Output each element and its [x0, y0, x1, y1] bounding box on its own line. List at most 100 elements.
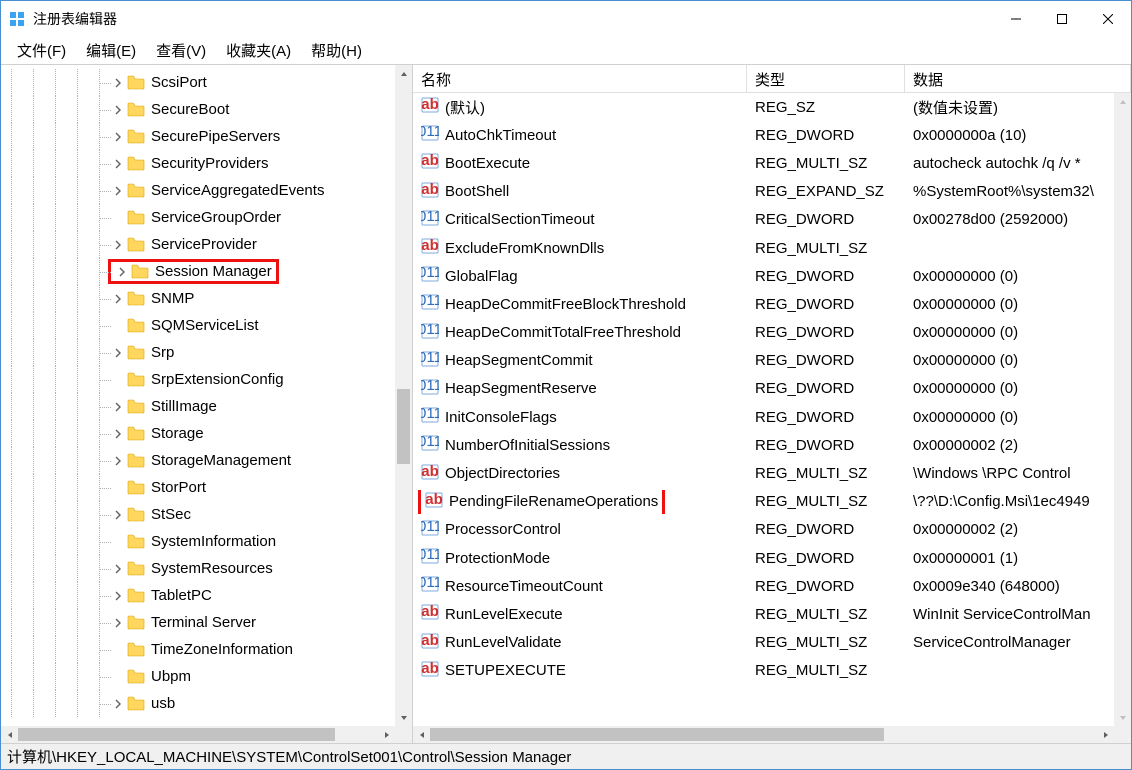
column-header-name[interactable]: 名称 — [413, 65, 747, 92]
scroll-right-icon[interactable] — [1097, 726, 1114, 743]
expand-icon[interactable] — [111, 238, 125, 252]
menu-edit[interactable]: 编辑(E) — [76, 36, 146, 65]
value-row[interactable]: abPendingFileRenameOperationsREG_MULTI_S… — [413, 488, 1114, 516]
expand-icon[interactable] — [111, 427, 125, 441]
tree-node[interactable]: Terminal Server — [1, 609, 395, 636]
value-row[interactable]: 011ProcessorControlREG_DWORD0x00000002 (… — [413, 516, 1114, 544]
scroll-down-icon[interactable] — [1114, 709, 1131, 726]
value-row[interactable]: 011HeapDeCommitTotalFreeThresholdREG_DWO… — [413, 319, 1114, 347]
expand-icon[interactable] — [111, 535, 125, 549]
tree-node[interactable]: SecureBoot — [1, 96, 395, 123]
tree-node[interactable]: SNMP — [1, 285, 395, 312]
values-scrollbar-horizontal[interactable] — [413, 726, 1114, 743]
scroll-left-icon[interactable] — [1, 726, 18, 743]
expand-icon[interactable] — [111, 76, 125, 90]
expand-icon[interactable] — [115, 265, 129, 279]
expand-icon[interactable] — [111, 157, 125, 171]
close-button[interactable] — [1085, 3, 1131, 35]
tree-node-label: ServiceAggregatedEvents — [151, 182, 324, 199]
expand-icon[interactable] — [111, 481, 125, 495]
expand-icon[interactable] — [111, 400, 125, 414]
minimize-button[interactable] — [993, 3, 1039, 35]
value-row[interactable]: ab(默认)REG_SZ(数值未设置) — [413, 93, 1114, 121]
value-row[interactable]: 011GlobalFlagREG_DWORD0x00000000 (0) — [413, 262, 1114, 290]
expand-icon[interactable] — [111, 373, 125, 387]
value-row[interactable]: 011ProtectionModeREG_DWORD0x00000001 (1) — [413, 544, 1114, 572]
menu-help[interactable]: 帮助(H) — [301, 36, 372, 65]
values-list[interactable]: ab(默认)REG_SZ(数值未设置)011AutoChkTimeoutREG_… — [413, 93, 1114, 685]
menu-favorites[interactable]: 收藏夹(A) — [216, 36, 301, 65]
binary-value-icon: 011 — [421, 350, 439, 372]
column-header-data[interactable]: 数据 — [905, 65, 1131, 92]
tree-node[interactable]: SrpExtensionConfig — [1, 366, 395, 393]
tree-node[interactable]: SecurePipeServers — [1, 123, 395, 150]
tree-node[interactable]: SecurityProviders — [1, 150, 395, 177]
value-row[interactable]: 011HeapDeCommitFreeBlockThresholdREG_DWO… — [413, 290, 1114, 318]
value-row[interactable]: abBootShellREG_EXPAND_SZ%SystemRoot%\sys… — [413, 178, 1114, 206]
expand-icon[interactable] — [111, 697, 125, 711]
tree-node[interactable]: Storage — [1, 420, 395, 447]
value-row[interactable]: 011CriticalSectionTimeoutREG_DWORD0x0027… — [413, 206, 1114, 234]
value-row[interactable]: 011InitConsoleFlagsREG_DWORD0x00000000 (… — [413, 403, 1114, 431]
value-row[interactable]: 011NumberOfInitialSessionsREG_DWORD0x000… — [413, 431, 1114, 459]
tree-node[interactable]: ServiceProvider — [1, 231, 395, 258]
value-row[interactable]: 011ResourceTimeoutCountREG_DWORD0x0009e3… — [413, 572, 1114, 600]
column-header-type[interactable]: 类型 — [747, 65, 905, 92]
tree-node[interactable]: TimeZoneInformation — [1, 636, 395, 663]
expand-icon[interactable] — [111, 670, 125, 684]
expand-icon[interactable] — [111, 184, 125, 198]
registry-tree[interactable]: ScsiPortSecureBootSecurePipeServersSecur… — [1, 65, 395, 717]
tree-node[interactable]: SQMServiceList — [1, 312, 395, 339]
value-type: REG_MULTI_SZ — [747, 240, 905, 257]
value-row[interactable]: abBootExecuteREG_MULTI_SZautocheck autoc… — [413, 149, 1114, 177]
tree-node[interactable]: ScsiPort — [1, 69, 395, 96]
expand-icon[interactable] — [111, 103, 125, 117]
expand-icon[interactable] — [111, 508, 125, 522]
value-row[interactable]: 011HeapSegmentCommitREG_DWORD0x00000000 … — [413, 347, 1114, 375]
expand-icon[interactable] — [111, 211, 125, 225]
tree-node[interactable]: ServiceAggregatedEvents — [1, 177, 395, 204]
expand-icon[interactable] — [111, 616, 125, 630]
scroll-up-icon[interactable] — [395, 65, 412, 82]
scroll-left-icon[interactable] — [413, 726, 430, 743]
tree-node[interactable]: Ubpm — [1, 663, 395, 690]
tree-node[interactable]: ServiceGroupOrder — [1, 204, 395, 231]
value-row[interactable]: abRunLevelExecuteREG_MULTI_SZWinInit Ser… — [413, 600, 1114, 628]
menu-file[interactable]: 文件(F) — [7, 36, 76, 65]
value-row[interactable]: abSETUPEXECUTEREG_MULTI_SZ — [413, 657, 1114, 685]
tree-node[interactable]: SystemResources — [1, 555, 395, 582]
tree-node[interactable]: usb — [1, 690, 395, 717]
menu-view[interactable]: 查看(V) — [146, 36, 216, 65]
tree-node[interactable]: Srp — [1, 339, 395, 366]
value-row[interactable]: abRunLevelValidateREG_MULTI_SZServiceCon… — [413, 629, 1114, 657]
tree-node[interactable]: TabletPC — [1, 582, 395, 609]
expand-icon[interactable] — [111, 130, 125, 144]
tree-node[interactable]: StorageManagement — [1, 447, 395, 474]
tree-node[interactable]: StillImage — [1, 393, 395, 420]
expand-icon[interactable] — [111, 319, 125, 333]
value-row[interactable]: abObjectDirectoriesREG_MULTI_SZ\Windows … — [413, 459, 1114, 487]
expand-icon[interactable] — [111, 589, 125, 603]
value-row[interactable]: 011HeapSegmentReserveREG_DWORD0x00000000… — [413, 375, 1114, 403]
expand-icon[interactable] — [111, 643, 125, 657]
main-panes: ScsiPortSecureBootSecurePipeServersSecur… — [1, 65, 1131, 743]
tree-node[interactable]: StSec — [1, 501, 395, 528]
scroll-down-icon[interactable] — [395, 709, 412, 726]
expand-icon[interactable] — [111, 562, 125, 576]
value-row[interactable]: 011AutoChkTimeoutREG_DWORD0x0000000a (10… — [413, 121, 1114, 149]
tree-scrollbar-vertical[interactable] — [395, 65, 412, 726]
scroll-up-icon[interactable] — [1114, 93, 1131, 110]
values-scrollbar-vertical[interactable] — [1114, 93, 1131, 726]
tree-node[interactable]: StorPort — [1, 474, 395, 501]
value-name: ResourceTimeoutCount — [445, 578, 603, 595]
expand-icon[interactable] — [111, 292, 125, 306]
scroll-right-icon[interactable] — [378, 726, 395, 743]
value-row[interactable]: abExcludeFromKnownDllsREG_MULTI_SZ — [413, 234, 1114, 262]
column-headers[interactable]: 名称 类型 数据 — [413, 65, 1131, 93]
expand-icon[interactable] — [111, 454, 125, 468]
maximize-button[interactable] — [1039, 3, 1085, 35]
tree-scrollbar-horizontal[interactable] — [1, 726, 395, 743]
tree-node[interactable]: Session Manager — [1, 258, 395, 285]
tree-node[interactable]: SystemInformation — [1, 528, 395, 555]
expand-icon[interactable] — [111, 346, 125, 360]
